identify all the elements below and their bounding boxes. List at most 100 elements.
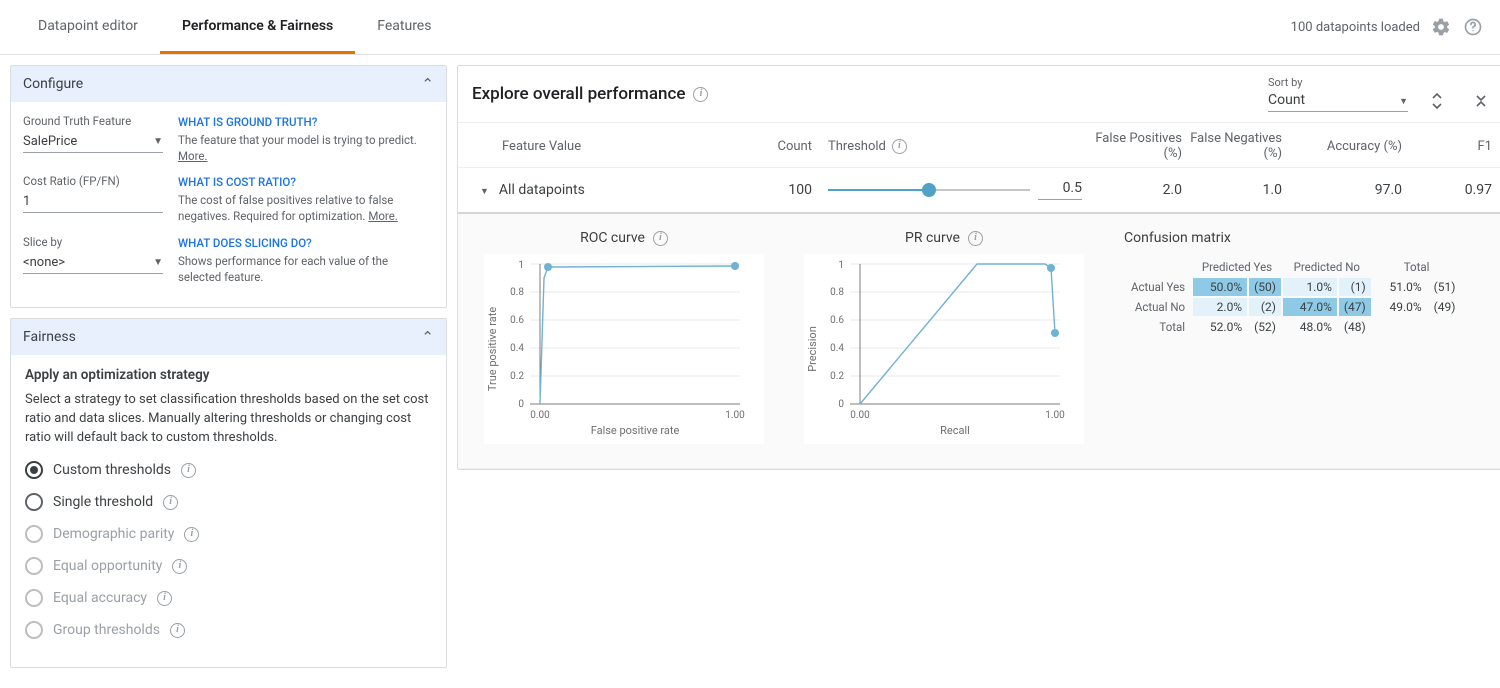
fairness-panel: Fairness ⌃ Apply an optimization strateg… bbox=[10, 318, 447, 669]
caret-down-icon: ▼ bbox=[153, 136, 163, 147]
configure-panel: Configure ⌃ Ground Truth Feature SalePri… bbox=[10, 65, 447, 308]
sort-label: Sort by bbox=[1268, 76, 1408, 89]
row-count: 100 bbox=[752, 182, 812, 198]
row-f1: 0.97 bbox=[1402, 182, 1492, 198]
expand-row-icon[interactable] bbox=[480, 182, 489, 198]
confusion-matrix: Predicted Yes Predicted No Total Actual … bbox=[1124, 256, 1462, 338]
cm-cell: 51.0% bbox=[1378, 280, 1422, 294]
cost-ratio-more-link[interactable]: More. bbox=[368, 209, 398, 223]
col-f1: F1 bbox=[1402, 139, 1492, 154]
fairness-radio-list: Custom thresholds i Single threshold i D… bbox=[25, 461, 432, 639]
fairness-header[interactable]: Fairness ⌃ bbox=[11, 319, 446, 355]
info-icon[interactable]: i bbox=[184, 527, 199, 542]
svg-text:0.8: 0.8 bbox=[830, 287, 844, 298]
radio-demographic-parity[interactable]: Demographic parity i bbox=[25, 525, 432, 543]
cm-cell: (47) bbox=[1344, 300, 1366, 314]
radio-equal-opportunity[interactable]: Equal opportunity i bbox=[25, 557, 432, 575]
slice-select[interactable]: <none> ▼ bbox=[23, 251, 163, 274]
main-title: Explore overall performance bbox=[472, 84, 685, 104]
col-count: Count bbox=[752, 139, 812, 154]
tab-datapoint-editor[interactable]: Datapoint editor bbox=[16, 1, 160, 54]
cm-cell: 48.0% bbox=[1288, 320, 1332, 334]
info-icon[interactable]: i bbox=[892, 139, 907, 154]
main-panel: Explore overall performance i Sort by Co… bbox=[457, 65, 1500, 470]
row-fp: 2.0 bbox=[1082, 182, 1182, 198]
collapse-all-icon[interactable] bbox=[1470, 90, 1492, 112]
svg-text:0.8: 0.8 bbox=[510, 287, 524, 298]
slice-value: <none> bbox=[23, 255, 65, 270]
cost-ratio-help: The cost of false positives relative to … bbox=[178, 193, 393, 223]
info-icon[interactable]: i bbox=[172, 559, 187, 574]
svg-text:Precision: Precision bbox=[806, 326, 819, 372]
radio-group-thresholds[interactable]: Group thresholds i bbox=[25, 621, 432, 639]
threshold-input[interactable]: 0.5 bbox=[1038, 180, 1082, 200]
radio-icon bbox=[25, 493, 43, 511]
info-icon[interactable]: i bbox=[693, 87, 708, 102]
cm-cell: (52) bbox=[1254, 320, 1276, 334]
radio-custom-thresholds[interactable]: Custom thresholds i bbox=[25, 461, 432, 479]
col-fn: False Negatives (%) bbox=[1182, 131, 1282, 161]
radio-label: Equal accuracy bbox=[53, 590, 147, 606]
cm-cell: 1.0% bbox=[1288, 280, 1332, 294]
cost-ratio-question: WHAT IS COST RATIO? bbox=[178, 174, 434, 190]
radio-label: Group thresholds bbox=[53, 622, 160, 638]
info-icon[interactable]: i bbox=[181, 463, 196, 478]
svg-text:0: 0 bbox=[838, 399, 844, 410]
svg-text:1.00: 1.00 bbox=[725, 410, 745, 421]
svg-text:0.6: 0.6 bbox=[830, 315, 844, 326]
col-threshold-label: Threshold bbox=[828, 139, 886, 154]
ground-truth-select[interactable]: SalePrice ▼ bbox=[23, 130, 163, 153]
svg-text:1.00: 1.00 bbox=[1045, 410, 1065, 421]
radio-label: Custom thresholds bbox=[53, 462, 171, 478]
help-icon[interactable] bbox=[1462, 16, 1484, 38]
pr-title: PR curve bbox=[905, 230, 960, 246]
pr-chart: 0 0.2 0.4 0.6 0.8 1 0.00 1.00 bbox=[804, 254, 1084, 444]
top-bar: Datapoint editor Performance & Fairness … bbox=[0, 0, 1500, 55]
svg-text:False positive rate: False positive rate bbox=[591, 424, 680, 437]
caret-down-icon: ▼ bbox=[153, 257, 163, 268]
cm-cell: (50) bbox=[1254, 280, 1276, 294]
configure-header[interactable]: Configure ⌃ bbox=[11, 66, 446, 102]
radio-single-threshold[interactable]: Single threshold i bbox=[25, 493, 432, 511]
cm-actual-yes-header: Actual Yes bbox=[1126, 278, 1191, 296]
cm-cell: 2.0% bbox=[1198, 300, 1242, 314]
cm-cell: 49.0% bbox=[1378, 300, 1422, 314]
cost-ratio-input[interactable]: 1 bbox=[23, 190, 163, 213]
svg-text:0.00: 0.00 bbox=[530, 410, 550, 421]
sort-toggle-icon[interactable] bbox=[1426, 90, 1448, 112]
gear-icon[interactable] bbox=[1430, 16, 1452, 38]
col-feature-value: Feature Value bbox=[472, 139, 752, 154]
caret-down-icon bbox=[1399, 92, 1408, 108]
svg-text:0.2: 0.2 bbox=[830, 371, 844, 382]
cm-pred-no-header: Predicted No bbox=[1283, 258, 1371, 276]
svg-text:1: 1 bbox=[518, 260, 524, 271]
cm-cell: (1) bbox=[1351, 280, 1366, 294]
tab-features[interactable]: Features bbox=[355, 1, 453, 54]
svg-text:Recall: Recall bbox=[940, 424, 970, 437]
slice-help: Shows performance for each value of the … bbox=[178, 254, 388, 284]
tab-performance-fairness[interactable]: Performance & Fairness bbox=[160, 1, 355, 54]
radio-label: Demographic parity bbox=[53, 526, 174, 542]
info-icon[interactable]: i bbox=[163, 495, 178, 510]
info-icon[interactable]: i bbox=[157, 591, 172, 606]
radio-label: Equal opportunity bbox=[53, 558, 162, 574]
sort-select[interactable]: Count bbox=[1268, 89, 1408, 112]
roc-title: ROC curve bbox=[580, 230, 645, 246]
chevron-up-icon: ⌃ bbox=[421, 75, 434, 93]
cm-cell: (48) bbox=[1344, 320, 1366, 334]
row-acc: 97.0 bbox=[1282, 182, 1402, 198]
radio-icon bbox=[25, 461, 43, 479]
radio-equal-accuracy[interactable]: Equal accuracy i bbox=[25, 589, 432, 607]
fairness-body-desc: Select a strategy to set classification … bbox=[25, 391, 432, 448]
info-icon[interactable]: i bbox=[968, 231, 983, 246]
svg-text:0.2: 0.2 bbox=[510, 371, 524, 382]
radio-icon bbox=[25, 525, 43, 543]
chevron-up-icon: ⌃ bbox=[421, 328, 434, 346]
threshold-slider[interactable] bbox=[828, 189, 1030, 191]
radio-icon bbox=[25, 621, 43, 639]
cm-cell: 47.0% bbox=[1288, 300, 1332, 314]
ground-truth-more-link[interactable]: More. bbox=[178, 149, 208, 163]
svg-text:0.4: 0.4 bbox=[830, 343, 844, 354]
info-icon[interactable]: i bbox=[170, 623, 185, 638]
info-icon[interactable]: i bbox=[653, 231, 668, 246]
